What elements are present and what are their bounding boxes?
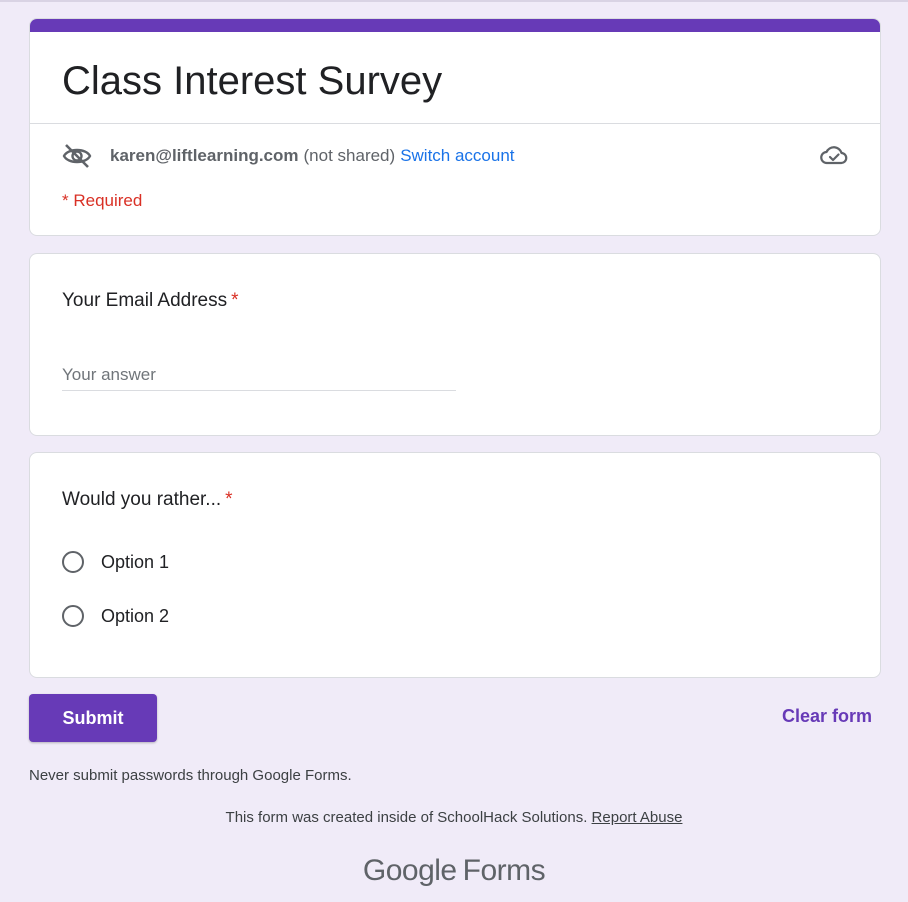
switch-account-link[interactable]: Switch account [400, 146, 514, 166]
question-card-would-you-rather: Would you rather... * Option 1 Option 2 [29, 452, 881, 678]
option-1[interactable]: Option 1 [62, 551, 169, 573]
email-answer-input[interactable] [62, 360, 456, 391]
required-star: * [225, 489, 233, 510]
question-title: Your Email Address * [62, 290, 239, 312]
question-title-text: Your Email Address [62, 290, 228, 311]
required-note: * Required [62, 191, 143, 210]
eye-off-icon [62, 142, 94, 170]
option-2[interactable]: Option 2 [62, 605, 169, 627]
radio-button[interactable] [62, 551, 84, 573]
report-abuse-link[interactable]: Report Abuse [592, 809, 683, 826]
not-shared-label: (not shared) [303, 146, 396, 165]
account-email: karen@liftlearning.com [110, 146, 299, 165]
accent-bar [30, 19, 880, 32]
brand-forms: Forms [462, 854, 546, 887]
form-title: Class Interest Survey [62, 59, 443, 103]
submit-button[interactable]: Submit [29, 694, 157, 742]
option-label: Option 1 [101, 551, 170, 572]
google-forms-logo: Google Forms [0, 854, 908, 888]
created-note-text: This form was created inside of SchoolHa… [225, 809, 588, 826]
option-label: Option 2 [101, 605, 170, 626]
created-note: This form was created inside of SchoolHa… [0, 809, 908, 826]
question-card-email: Your Email Address * [29, 253, 881, 436]
password-warning: Never submit passwords through Google Fo… [29, 767, 352, 784]
question-title: Would you rather... * [62, 489, 233, 511]
cloud-check-icon [820, 143, 848, 167]
question-title-text: Would you rather... [62, 489, 222, 510]
account-row: karen@liftlearning.com (not shared) Swit… [62, 139, 848, 173]
header-divider [30, 123, 880, 124]
required-star: * [231, 290, 239, 311]
form-header-card: Class Interest Survey karen@liftlearning… [29, 18, 881, 236]
brand-google: Google [362, 854, 457, 887]
clear-form-button[interactable]: Clear form [782, 706, 872, 727]
radio-button[interactable] [62, 605, 84, 627]
